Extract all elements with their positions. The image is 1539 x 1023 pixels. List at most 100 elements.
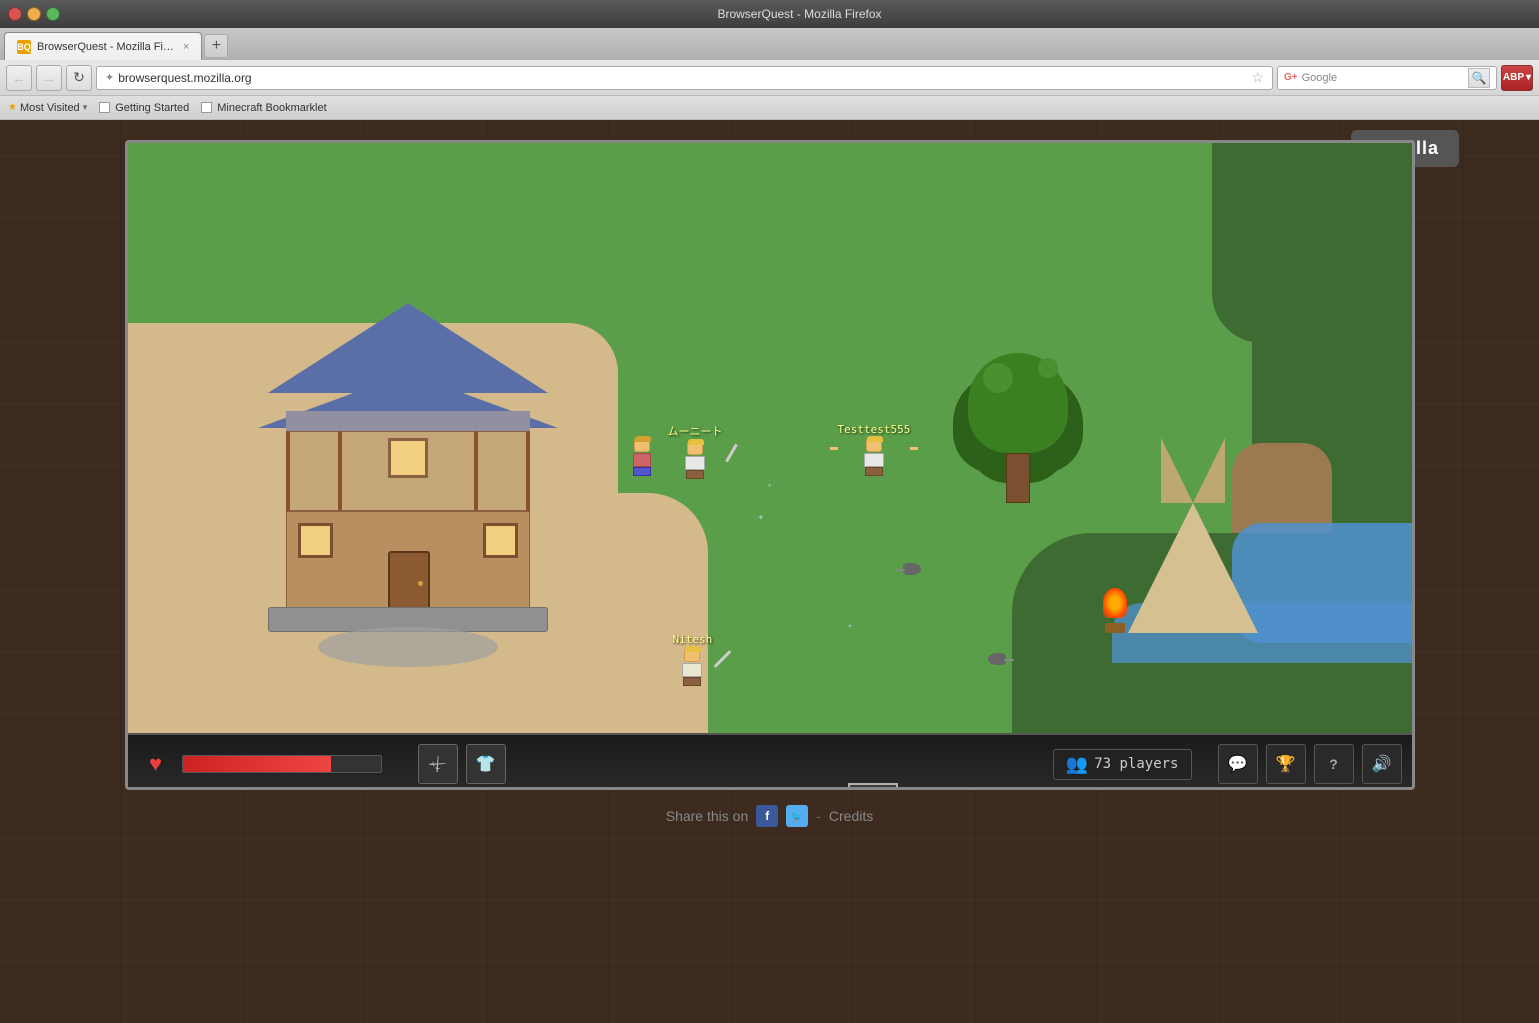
player-head bbox=[634, 438, 650, 452]
url-icon: ✦ bbox=[105, 71, 114, 84]
bookmark-star-icon[interactable]: ☆ bbox=[1251, 69, 1264, 86]
search-provider-icon: G+ bbox=[1284, 72, 1298, 83]
house-attic-wall bbox=[286, 411, 530, 431]
tree-highlight bbox=[983, 363, 1013, 393]
url-text: browserquest.mozilla.org bbox=[118, 71, 251, 85]
window-controls[interactable] bbox=[8, 7, 60, 21]
sparkle-2: ✦ bbox=[848, 623, 853, 630]
new-tab-button[interactable]: + bbox=[204, 34, 228, 58]
addon-dropdown-icon: ▾ bbox=[1526, 72, 1531, 83]
forward-button[interactable]: → bbox=[36, 65, 62, 91]
chat-button[interactable]: 💬 bbox=[1218, 744, 1258, 784]
close-button[interactable] bbox=[8, 7, 22, 21]
url-display: browserquest.mozilla.org bbox=[118, 71, 251, 85]
minecraft-label: Minecraft Bookmarklet bbox=[217, 102, 326, 114]
tab-bar: BQ BrowserQuest - Mozilla Firefox × + bbox=[0, 28, 1539, 60]
house-beam-left bbox=[286, 431, 290, 511]
getting-started-bookmark[interactable]: Getting Started bbox=[99, 102, 189, 114]
twitter-share-button[interactable]: 🐦 bbox=[786, 805, 808, 827]
main-content: mozilla bbox=[0, 120, 1539, 1023]
player-testtest555-name: Testtest555 bbox=[838, 423, 911, 436]
weapon-slot-button[interactable]: ⚔ bbox=[418, 744, 458, 784]
twitter-icon: 🐦 bbox=[790, 810, 804, 823]
house-upper-window bbox=[388, 438, 428, 478]
window-title: BrowserQuest - Mozilla Firefox bbox=[68, 7, 1531, 21]
tent-shape bbox=[1128, 503, 1258, 633]
sound-icon: 🔊 bbox=[1372, 754, 1392, 774]
house-beam-center-left bbox=[338, 431, 342, 511]
player-hair bbox=[635, 436, 651, 442]
player-hair-testtest bbox=[867, 436, 883, 442]
sparkle-5: ✦ bbox=[768, 483, 772, 489]
minimize-button[interactable] bbox=[27, 7, 41, 21]
most-visited-dropdown-icon: ▾ bbox=[83, 102, 88, 113]
search-bar[interactable]: G+ Google 🔍 bbox=[1277, 66, 1497, 90]
navigation-bar: ← → ↻ ✦ browserquest.mozilla.org ☆ G+ Go… bbox=[0, 60, 1539, 96]
player-body bbox=[633, 453, 651, 467]
tab-favicon: BQ bbox=[17, 40, 31, 54]
fire-flame bbox=[1103, 588, 1127, 618]
chat-icon: 💬 bbox=[1228, 754, 1248, 774]
help-button[interactable]: ? bbox=[1314, 744, 1354, 784]
getting-started-label: Getting Started bbox=[115, 102, 189, 114]
getting-started-checkbox bbox=[99, 102, 110, 113]
player-nitesh: Nitesh bbox=[673, 633, 713, 688]
back-icon: ← bbox=[12, 70, 26, 86]
hud-bar: ♥ ⚔ 👕 👥 73 players 💬 bbox=[128, 733, 1412, 790]
heart-icon: ♥ bbox=[149, 751, 162, 777]
player-head-testtest bbox=[866, 438, 882, 452]
footer-dash: - bbox=[816, 808, 821, 824]
player-sprite bbox=[628, 438, 656, 478]
minecraft-bookmarklet[interactable]: Minecraft Bookmarklet bbox=[201, 102, 326, 114]
player-testtest555: Testtest555 bbox=[838, 423, 911, 478]
house bbox=[268, 303, 548, 623]
player-body-nitesh bbox=[682, 663, 702, 677]
player-arm-left bbox=[830, 447, 838, 450]
game-container[interactable]: ✦ ✦ ✦ ✦ ✦ ✦ ムーニート bbox=[125, 140, 1415, 790]
player-sword bbox=[725, 444, 738, 463]
player-legs-testtest bbox=[865, 467, 883, 476]
player-hair-moonito bbox=[688, 439, 704, 445]
sparkle-1: ✦ bbox=[758, 513, 765, 522]
facebook-share-button[interactable]: f bbox=[756, 805, 778, 827]
player-hair-nitesh bbox=[685, 646, 701, 652]
house-door bbox=[388, 551, 430, 611]
search-icon: 🔍 bbox=[1472, 71, 1487, 85]
search-input[interactable]: Google bbox=[1302, 72, 1464, 84]
adblock-button[interactable]: ABP ▾ bbox=[1501, 65, 1533, 91]
tab-label: BrowserQuest - Mozilla Firefox bbox=[37, 41, 177, 53]
dark-terrain-top bbox=[1212, 143, 1312, 343]
player-moonito-companion bbox=[628, 438, 656, 478]
credits-link[interactable]: Credits bbox=[829, 808, 873, 824]
house-lower-window-right bbox=[483, 523, 518, 558]
achievements-button[interactable]: 🏆 bbox=[1266, 744, 1306, 784]
most-visited-bookmark[interactable]: ★ Most Visited ▾ bbox=[8, 102, 87, 114]
back-button[interactable]: ← bbox=[6, 65, 32, 91]
tab-close-icon[interactable]: × bbox=[183, 41, 189, 53]
player-sprite-moonito bbox=[681, 441, 709, 481]
campfire bbox=[1103, 593, 1127, 633]
players-icon: 👥 bbox=[1066, 754, 1088, 775]
player-head-moonito bbox=[687, 441, 703, 455]
sound-button[interactable]: 🔊 bbox=[1362, 744, 1402, 784]
nitesh-sword bbox=[714, 650, 732, 668]
armor-icon: 👕 bbox=[476, 754, 496, 774]
player-moonito-name: ムーニート bbox=[668, 423, 723, 439]
maximize-button[interactable] bbox=[46, 7, 60, 21]
tab-browserquest[interactable]: BQ BrowserQuest - Mozilla Firefox × bbox=[4, 32, 202, 60]
facebook-icon: f bbox=[765, 809, 769, 823]
url-bar[interactable]: ✦ browserquest.mozilla.org ☆ bbox=[96, 66, 1273, 90]
refresh-button[interactable]: ↻ bbox=[66, 65, 92, 91]
trophy-icon: 🏆 bbox=[1276, 754, 1296, 774]
tree bbox=[968, 353, 1068, 503]
footer-share-row: Share this on f 🐦 - Credits bbox=[666, 805, 874, 827]
game-scene[interactable]: ✦ ✦ ✦ ✦ ✦ ✦ ムーニート bbox=[128, 143, 1412, 733]
search-go-button[interactable]: 🔍 bbox=[1468, 68, 1490, 88]
house-stone-path bbox=[318, 627, 498, 667]
armor-slot-button[interactable]: 👕 bbox=[466, 744, 506, 784]
share-text: Share this on bbox=[666, 808, 749, 824]
refresh-icon: ↻ bbox=[73, 69, 85, 86]
player-sprite-testtest bbox=[860, 438, 888, 478]
bookmarks-bar: ★ Most Visited ▾ Getting Started Minecra… bbox=[0, 96, 1539, 120]
players-count-text: 73 players bbox=[1094, 756, 1178, 772]
